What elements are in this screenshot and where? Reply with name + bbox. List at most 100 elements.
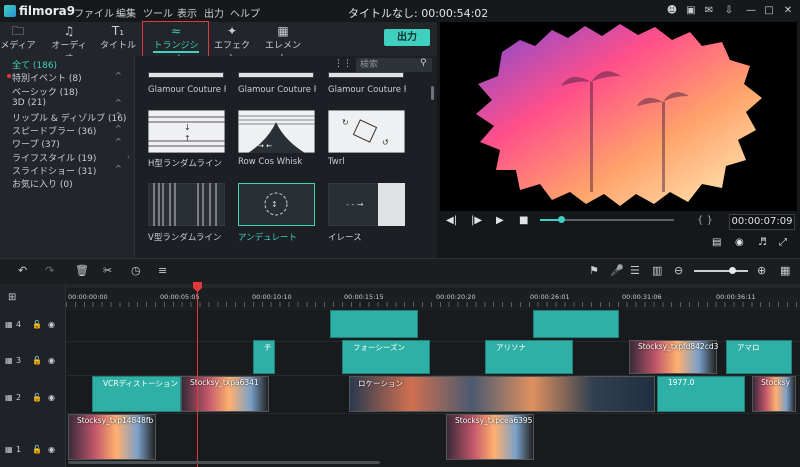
menu-tools[interactable]: ツール — [143, 5, 173, 20]
category-favorites[interactable]: お気に入り (0) — [12, 177, 73, 190]
split-icon[interactable]: ✂ — [103, 264, 112, 277]
eye-icon[interactable]: ◉ — [48, 356, 55, 365]
category-warp[interactable]: ワープ (37) — [12, 137, 60, 150]
title-clip[interactable]: チ — [253, 340, 275, 374]
transition-thumb[interactable] — [238, 72, 314, 78]
category-special-events[interactable]: 特別イベント (8) — [12, 71, 82, 84]
transition-thumb[interactable] — [148, 183, 225, 226]
seekbar-handle[interactable] — [558, 216, 565, 223]
microphone-icon[interactable]: 🎤 — [610, 264, 624, 277]
collapse-arrow-icon[interactable]: ^ — [115, 98, 122, 107]
undo-icon[interactable]: ↶ — [18, 264, 27, 277]
collapse-arrow-icon[interactable]: ^ — [115, 111, 122, 120]
eye-icon[interactable]: ◉ — [48, 445, 55, 454]
video-clip[interactable]: Stocksy_txpfd842cd3 — [629, 340, 718, 374]
stop-icon[interactable]: ■ — [519, 215, 528, 226]
video-clip[interactable]: Stocksy_txpa6341 — [181, 376, 269, 412]
menu-export[interactable]: 出力 — [204, 5, 224, 20]
add-track-icon[interactable]: ⊞ — [8, 292, 16, 303]
tab-elements[interactable]: ▦エレメント — [261, 24, 305, 64]
playhead[interactable] — [197, 284, 198, 467]
menu-file[interactable]: ファイル — [74, 5, 114, 20]
effect-clip[interactable]: VCRディストーション — [92, 376, 181, 412]
mixer-icon[interactable]: ☰ — [630, 264, 640, 277]
title-clip[interactable]: アマロ — [726, 340, 792, 374]
zoom-slider[interactable] — [694, 270, 748, 272]
category-speed-blur[interactable]: スピードブラー (36) — [12, 124, 96, 137]
panel-collapse-icon[interactable]: ‹ — [127, 153, 130, 161]
display-settings-icon[interactable]: ▤ — [712, 237, 721, 248]
category-all[interactable]: 全て (186) — [12, 58, 57, 71]
adjust-icon[interactable]: ≡ — [158, 264, 167, 277]
mark-in-out-icon[interactable]: { } — [697, 215, 713, 226]
collapse-arrow-icon[interactable]: ^ — [115, 71, 122, 80]
transition-thumb-selected[interactable]: ↕ — [238, 183, 315, 226]
effect-clip[interactable]: 1977.0 — [657, 376, 745, 412]
panel-toggle-icon[interactable]: ▦ — [780, 264, 790, 277]
transition-thumb[interactable]: ↓↑ — [148, 110, 225, 153]
export-button[interactable]: 出力 — [384, 29, 430, 46]
lock-icon[interactable]: 🔓 — [32, 393, 42, 402]
collapse-arrow-icon[interactable]: ^ — [115, 164, 122, 173]
previous-frame-icon[interactable]: ◀| — [446, 215, 457, 226]
grid-view-icon[interactable]: ⋮⋮ — [334, 59, 352, 69]
timeline-scrollbar[interactable] — [68, 461, 380, 464]
tab-effects[interactable]: ✦エフェクト — [210, 24, 254, 64]
category-slideshow[interactable]: スライドショー (31) — [12, 164, 96, 177]
transition-thumb[interactable] — [148, 72, 224, 78]
transition-thumb[interactable]: - - → — [328, 183, 405, 226]
fullscreen-icon[interactable]: ⤢ — [779, 237, 787, 248]
transition-thumb[interactable]: → ← — [238, 110, 315, 153]
menu-help[interactable]: ヘルプ — [230, 5, 260, 20]
collapse-arrow-icon[interactable]: ^ — [115, 137, 122, 146]
video-clip[interactable]: Stocksy_txp14848fb — [68, 414, 156, 460]
category-3d[interactable]: 3D (21) — [12, 98, 46, 108]
lock-icon[interactable]: 🔓 — [32, 445, 42, 454]
eye-icon[interactable]: ◉ — [48, 393, 55, 402]
download-icon[interactable]: ⇩ — [723, 5, 735, 17]
mail-icon[interactable]: ✉ — [703, 5, 715, 17]
video-clip[interactable]: Stocksy — [752, 376, 796, 412]
transition-thumb[interactable] — [328, 72, 404, 78]
title-clip[interactable]: アリソナ — [485, 340, 573, 374]
snapshot-icon[interactable]: ◉ — [735, 237, 744, 248]
zoom-in-icon[interactable]: ⊕ — [757, 264, 766, 277]
search-icon[interactable]: ⚲ — [420, 58, 427, 68]
title-clip[interactable] — [330, 310, 418, 338]
zoom-slider-handle[interactable] — [729, 267, 736, 274]
lock-icon[interactable]: 🔓 — [32, 356, 42, 365]
menu-view[interactable]: 表示 — [177, 5, 197, 20]
marker-icon[interactable]: ⚑ — [589, 264, 599, 277]
tab-titles-label: タイトル — [99, 41, 136, 51]
title-clip[interactable] — [533, 310, 619, 338]
delete-icon[interactable]: 🗑 — [75, 264, 89, 277]
fit-icon[interactable]: ▥ — [652, 264, 662, 277]
category-basic[interactable]: ベーシック (18) — [12, 85, 78, 98]
speed-icon[interactable]: ◷ — [131, 264, 141, 277]
close-icon[interactable]: ✕ — [782, 5, 794, 17]
redo-icon[interactable]: ↷ — [45, 264, 54, 277]
volume-icon[interactable]: ♬ — [758, 237, 767, 248]
zoom-out-icon[interactable]: ⊖ — [674, 264, 683, 277]
play-icon[interactable]: ▶ — [496, 215, 504, 226]
lock-icon[interactable]: 🔓 — [32, 320, 42, 329]
tab-media[interactable]: 🗀 メディア — [0, 24, 40, 54]
video-clip[interactable]: Stocksy_txpcea6395 — [446, 414, 534, 460]
maximize-icon[interactable]: □ — [763, 5, 775, 17]
tab-titles[interactable]: T₁ タイトル — [96, 24, 140, 54]
category-ripple-dissolve[interactable]: リップル & ディゾルブ (16) — [12, 111, 126, 124]
step-play-icon[interactable]: |▶ — [471, 215, 482, 226]
save-icon[interactable]: ▣ — [685, 5, 697, 17]
tab-audio[interactable]: ♫オーディオ — [47, 24, 91, 64]
eye-icon[interactable]: ◉ — [48, 320, 55, 329]
category-lifestyle[interactable]: ライフスタイル (19) — [12, 151, 96, 164]
menu-edit[interactable]: 編集 — [116, 5, 136, 20]
grid-scrollbar[interactable] — [431, 86, 434, 100]
account-icon[interactable]: ☻ — [666, 5, 678, 17]
collapse-arrow-icon[interactable]: ^ — [115, 124, 122, 133]
minimize-icon[interactable]: — — [745, 5, 757, 17]
title-clip[interactable]: フォーシーズン — [342, 340, 430, 374]
transition-thumb[interactable]: ↻↺ — [328, 110, 405, 153]
svg-text:↑: ↑ — [184, 134, 191, 143]
video-clip[interactable]: ロケーション — [349, 376, 655, 412]
